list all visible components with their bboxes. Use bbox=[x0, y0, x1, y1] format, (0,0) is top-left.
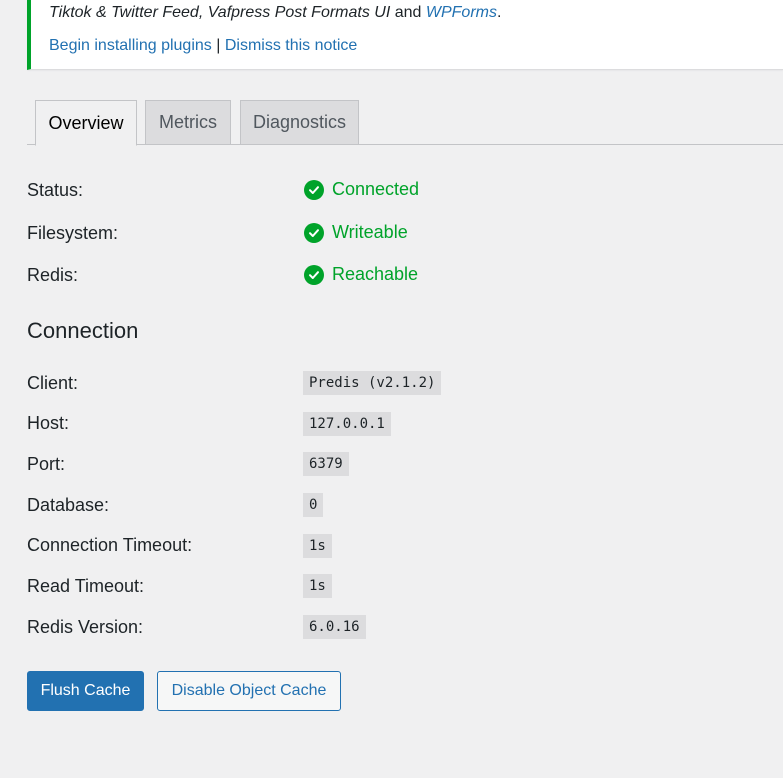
connection-heading: Connection bbox=[27, 318, 139, 343]
host-value: 127.0.0.1 bbox=[303, 412, 391, 436]
tab-overview[interactable]: Overview bbox=[35, 100, 137, 146]
dismiss-notice-link[interactable]: Dismiss this notice bbox=[225, 37, 357, 54]
notice-period: . bbox=[496, 4, 502, 21]
client-value: Predis (v2.1.2) bbox=[303, 371, 442, 395]
notice-and-text: and bbox=[390, 4, 426, 21]
redis-version-value: 6.0.16 bbox=[303, 615, 366, 639]
port-value: 6379 bbox=[303, 452, 349, 476]
check-circle-icon bbox=[304, 222, 324, 243]
database-value: 0 bbox=[303, 493, 324, 517]
tab-bar: Overview Metrics Diagnostics bbox=[27, 100, 783, 146]
read-timeout-label: Read Timeout: bbox=[27, 576, 145, 596]
read-timeout-value: 1s bbox=[303, 574, 332, 598]
client-label: Client: bbox=[27, 373, 79, 393]
disable-object-cache-button[interactable]: Disable Object Cache bbox=[157, 671, 341, 711]
filesystem-label: Filesystem: bbox=[27, 223, 119, 243]
plugin-notice: Tiktok & Twitter Feed, Vafpress Post For… bbox=[27, 0, 783, 70]
host-label: Host: bbox=[27, 413, 70, 433]
tab-diagnostics[interactable]: Diagnostics bbox=[240, 100, 359, 145]
status-label: Status: bbox=[27, 180, 84, 200]
status-value-text: Connected bbox=[332, 179, 420, 199]
redis-value-text: Reachable bbox=[332, 264, 419, 284]
port-label: Port: bbox=[27, 454, 66, 474]
wpforms-link[interactable]: WPForms bbox=[426, 4, 497, 21]
check-circle-icon bbox=[304, 264, 324, 285]
flush-cache-button[interactable]: Flush Cache bbox=[27, 671, 144, 711]
filesystem-value-text: Writeable bbox=[332, 222, 408, 242]
connection-timeout-value: 1s bbox=[303, 534, 332, 558]
check-circle-icon bbox=[304, 179, 324, 200]
redis-value: Reachable bbox=[304, 264, 418, 285]
tab-metrics[interactable]: Metrics bbox=[145, 100, 231, 145]
notice-separator: | bbox=[211, 37, 225, 54]
database-label: Database: bbox=[27, 495, 110, 515]
redis-label: Redis: bbox=[27, 265, 79, 285]
wpforms-link-label: WPForms bbox=[425, 4, 497, 21]
begin-installing-plugins-link[interactable]: Begin installing plugins bbox=[49, 37, 212, 54]
filesystem-value: Writeable bbox=[304, 222, 408, 243]
status-value: Connected bbox=[304, 179, 419, 200]
connection-timeout-label: Connection Timeout: bbox=[27, 535, 193, 555]
notice-actions: Begin installing plugins | Dismiss this … bbox=[49, 37, 357, 55]
notice-plugins-text: Tiktok & Twitter Feed, Vafpress Post For… bbox=[49, 4, 391, 21]
notice-message: Tiktok & Twitter Feed, Vafpress Post For… bbox=[49, 4, 501, 22]
redis-version-label: Redis Version: bbox=[27, 617, 144, 637]
